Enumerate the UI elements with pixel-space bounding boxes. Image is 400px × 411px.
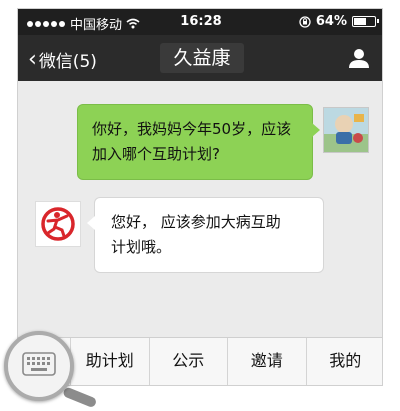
incoming-message-bubble[interactable]: 您好， 应该参加大病互助 计划哦。 (87, 197, 324, 273)
battery-level-fill (354, 18, 366, 25)
status-bar: 中国移动 16:28 64% (18, 9, 382, 35)
jiuyikang-logo-icon (41, 207, 75, 241)
outgoing-message-bubble[interactable]: 你好，我妈妈今年50岁，应该 加入哪个互助计划? (77, 104, 320, 180)
message-text-line: 加入哪个互助计划? (92, 145, 220, 163)
phone-screen: 中国移动 16:28 64% ‹ 微信(5) 久益康 你好，我妈妈今年50岁，应… (17, 8, 383, 386)
back-button-label: 微信(5) (38, 52, 97, 72)
battery-icon (352, 16, 379, 27)
nav-bar: ‹ 微信(5) 久益康 (18, 35, 382, 81)
menu-item-mine[interactable]: 我的 (305, 338, 383, 385)
official-account-avatar[interactable] (35, 201, 81, 247)
back-button[interactable]: ‹ 微信(5) (28, 47, 97, 72)
orientation-lock-icon (299, 15, 311, 28)
message-text-line: 您好， 应该参加大病互助 (111, 213, 281, 231)
message-text-line: 你好，我妈妈今年50岁，应该 (92, 120, 292, 138)
profile-icon[interactable] (348, 47, 370, 69)
nav-title-container: 久益康 (160, 43, 244, 73)
chat-title: 久益康 (173, 47, 231, 69)
user-avatar[interactable] (323, 107, 369, 153)
menu-item-announcement[interactable]: 公示 (148, 338, 228, 385)
menu-item-mutual-aid-plan[interactable]: 助计划 (70, 338, 149, 385)
menu-item-invite[interactable]: 邀请 (227, 338, 306, 385)
chevron-left-icon: ‹ (28, 46, 37, 72)
magnifier-handle (62, 386, 98, 409)
keyboard-icon[interactable] (22, 352, 56, 376)
user-avatar-image (324, 108, 368, 152)
battery-percent: 64% (315, 14, 347, 29)
message-text-line: 计划哦。 (111, 238, 172, 256)
